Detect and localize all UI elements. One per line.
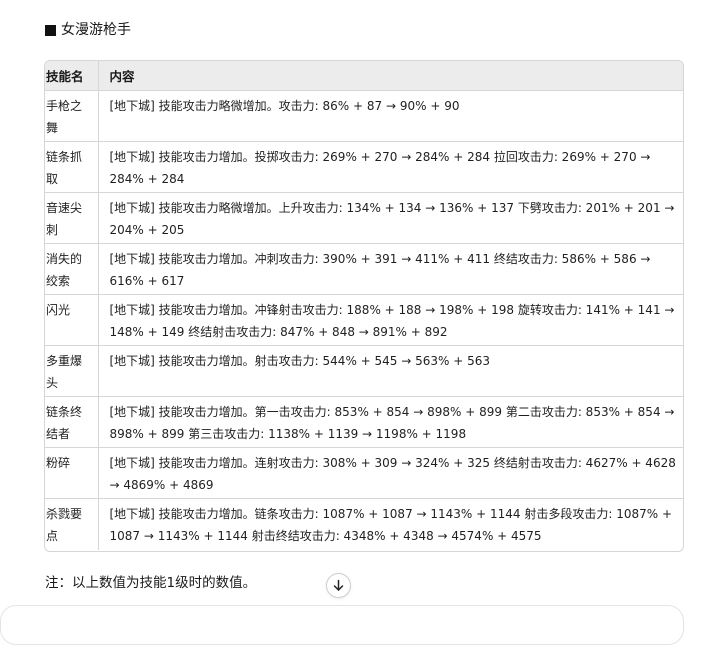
skill-content-cell: [地下城] 技能攻击力增加。连射攻击力: 308% + 309 → 324% +… [97,447,683,499]
table-row: 音速尖刺 [地下城] 技能攻击力略微增加。上升攻击力: 134% + 134 →… [45,192,683,244]
skill-content-cell: [地下城] 技能攻击力增加。射击攻击力: 544% + 545 → 563% +… [97,345,683,397]
section-title: 女漫游枪手 [61,22,131,38]
footnote: 注：以上数值为技能1级时的数值。 [45,575,257,591]
skill-content-cell: [地下城] 技能攻击力略微增加。攻击力: 86% + 87 → 90% + 90 [97,90,683,142]
table-row: 粉碎 [地下城] 技能攻击力增加。连射攻击力: 308% + 309 → 324… [45,447,683,499]
table-header-row: 技能名 内容 [45,61,683,91]
skill-name-cell: 链条抓取 [45,141,98,193]
skill-content-cell: [地下城] 技能攻击力增加。冲刺攻击力: 390% + 391 → 411% +… [97,243,683,295]
skill-content-cell: [地下城] 技能攻击力增加。链条攻击力: 1087% + 1087 → 1143… [97,498,683,550]
table-row: 链条抓取 [地下城] 技能攻击力增加。投掷攻击力: 269% + 270 → 2… [45,141,683,193]
table-row: 多重爆头 [地下城] 技能攻击力增加。射击攻击力: 544% + 545 → 5… [45,345,683,397]
skill-name-cell: 链条终结者 [45,396,98,448]
skill-name-cell: 闪光 [45,294,98,346]
skill-name-cell: 杀戮要点 [46,507,83,543]
skill-content-cell: [地下城] 技能攻击力略微增加。上升攻击力: 134% + 134 → 136%… [97,192,683,244]
skill-content-cell: [地下城] 技能攻击力增加。第一击攻击力: 853% + 854 → 898% … [97,396,683,448]
skill-content-cell: [地下城] 技能攻击力增加。投掷攻击力: 269% + 270 → 284% +… [97,141,683,193]
table-row: 杀戮要点 [地下城] 技能攻击力增加。链条攻击力: 1087% + 1087 →… [45,498,683,550]
skill-name-cell: 多重爆头 [45,345,98,397]
table-row: 闪光 [地下城] 技能攻击力增加。冲锋射击攻击力: 188% + 188 → 1… [45,294,683,346]
black-square-icon [45,24,56,36]
column-header-content: 内容 [97,61,683,91]
skill-name-cell: 音速尖刺 [45,192,98,244]
table-row: 消失的绞索 [地下城] 技能攻击力增加。冲刺攻击力: 390% + 391 → … [45,243,683,295]
section-heading: 女漫游枪手 [45,20,131,40]
table-row: 链条终结者 [地下城] 技能攻击力增加。第一击攻击力: 853% + 854 →… [45,396,683,448]
skill-name-cell: 消失的绞索 [45,243,98,295]
message-composer[interactable] [0,605,684,645]
skill-name-cell: 粉碎 [45,447,98,499]
skill-table: 技能名 内容 手枪之舞 [地下城] 技能攻击力略微增加。攻击力: 86% + 8… [44,60,684,552]
skill-content-cell: [地下城] 技能攻击力增加。冲锋射击攻击力: 188% + 188 → 198%… [97,294,683,346]
table-row: 手枪之舞 [地下城] 技能攻击力略微增加。攻击力: 86% + 87 → 90%… [45,90,683,142]
column-header-skill-name: 技能名 [45,61,98,91]
skill-name-cell: 手枪之舞 [45,90,98,142]
scroll-to-bottom-button[interactable] [326,573,351,598]
arrow-down-icon [333,579,344,591]
